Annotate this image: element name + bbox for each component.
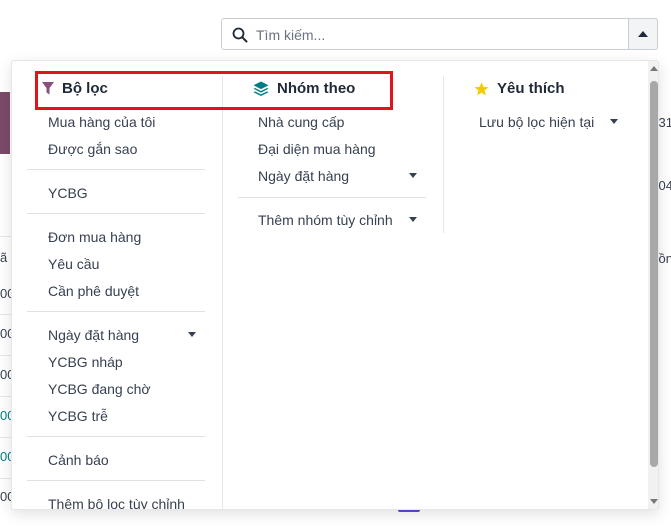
separator [27, 480, 205, 481]
filters-header-label: Bộ lọc [62, 80, 108, 97]
separator [27, 213, 205, 214]
search-bar [221, 18, 658, 51]
separator [238, 197, 426, 198]
filter-my-purchases[interactable]: Mua hàng của tôi [48, 114, 155, 130]
filter-icon [42, 82, 54, 95]
table-divider [0, 396, 11, 397]
scroll-down-icon[interactable] [650, 499, 658, 504]
table-cell-fragment: ã [0, 250, 8, 265]
filter-draft-rfq[interactable]: YCBG nháp [48, 354, 123, 370]
separator [27, 311, 205, 312]
chevron-down-icon [409, 173, 417, 178]
search-input[interactable] [254, 19, 618, 51]
add-custom-filter[interactable]: Thêm bộ lọc tùy chỉnh [48, 496, 185, 509]
chevron-down-icon [188, 332, 196, 337]
scrollbar-thumb[interactable] [650, 81, 658, 467]
column-divider [222, 76, 223, 509]
scroll-up-icon[interactable] [650, 66, 658, 71]
star-icon [474, 81, 489, 95]
column-divider [443, 76, 444, 233]
filter-to-approve[interactable]: Cần phê duyệt [48, 283, 139, 299]
layers-icon [253, 81, 269, 96]
filter-rfq[interactable]: YCBG [48, 185, 88, 201]
table-divider [0, 236, 11, 237]
separator [27, 169, 205, 170]
separator [27, 436, 205, 437]
search-panel-toggle-button[interactable] [628, 18, 658, 50]
search-options-panel: Bộ lọc Mua hàng của tôi Được gắn sao YCB… [11, 60, 659, 510]
filter-starred[interactable]: Được gắn sao [48, 141, 137, 157]
table-divider [0, 314, 11, 315]
app-sidebar-strip [0, 92, 10, 154]
save-current-filter[interactable]: Lưu bộ lọc hiện tại [479, 114, 594, 130]
favorites-header: Yêu thích [474, 80, 565, 97]
groupby-header-label: Nhóm theo [277, 80, 356, 97]
panel-scrollbar[interactable] [648, 61, 658, 509]
groupby-header: Nhóm theo [253, 80, 355, 97]
background-text-fragment: ồn [658, 251, 671, 266]
caret-up-icon [638, 31, 648, 37]
filter-requests[interactable]: Yêu cầu [48, 256, 99, 272]
table-divider [0, 437, 11, 438]
filter-purchase-orders[interactable]: Đơn mua hàng [48, 229, 141, 245]
add-custom-group[interactable]: Thêm nhóm tùy chỉnh [258, 212, 393, 228]
favorites-header-label: Yêu thích [497, 80, 565, 97]
groupby-vendor[interactable]: Nhà cung cấp [258, 114, 344, 130]
table-divider [0, 478, 11, 479]
filter-late-rfq[interactable]: YCBG trễ [48, 408, 108, 424]
filter-waiting-rfq[interactable]: YCBG đang chờ [48, 381, 151, 397]
groupby-purchase-rep[interactable]: Đại diện mua hàng [258, 141, 376, 157]
chevron-down-icon [610, 119, 618, 124]
filter-order-date[interactable]: Ngày đặt hàng [48, 327, 139, 343]
background-text-fragment: 04 [658, 178, 671, 193]
search-icon [232, 27, 248, 43]
table-divider [0, 355, 11, 356]
background-text-fragment: 31 [658, 115, 671, 130]
groupby-order-date[interactable]: Ngày đặt hàng [258, 168, 349, 184]
chevron-down-icon [409, 217, 417, 222]
filters-header: Bộ lọc [42, 80, 108, 97]
filter-warning[interactable]: Cảnh báo [48, 452, 109, 468]
